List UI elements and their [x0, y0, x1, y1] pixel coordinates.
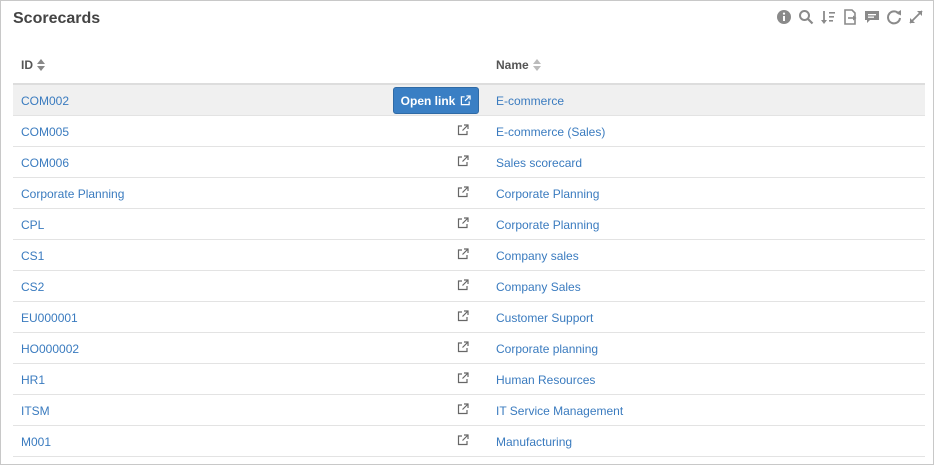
- external-link-icon[interactable]: [457, 403, 471, 417]
- table-row[interactable]: HO000002 Corporate planning: [13, 333, 925, 364]
- scorecards-panel: Scorecards ID Name COM002 Open link E-co…: [0, 0, 934, 465]
- row-name-link[interactable]: IT Service Management: [496, 404, 623, 418]
- external-link-icon[interactable]: [457, 279, 471, 293]
- table-row[interactable]: HR1 Human Resources: [13, 364, 925, 395]
- external-link-icon[interactable]: [457, 341, 471, 355]
- table-row[interactable]: COM006 Sales scorecard: [13, 147, 925, 178]
- table-header: ID Name: [13, 47, 925, 85]
- row-id-link[interactable]: Corporate Planning: [21, 187, 124, 201]
- external-link-icon[interactable]: [457, 310, 471, 324]
- table-row[interactable]: COM002 Open link E-commerce: [13, 85, 925, 116]
- row-name-link[interactable]: Corporate Planning: [496, 187, 599, 201]
- table-body: COM002 Open link E-commerce COM005 E-com…: [13, 85, 925, 457]
- row-id-link[interactable]: M001: [21, 435, 51, 449]
- external-link-icon[interactable]: [457, 248, 471, 262]
- row-id-link[interactable]: ITSM: [21, 404, 50, 418]
- row-id-link[interactable]: CS2: [21, 280, 44, 294]
- export-icon[interactable]: [841, 8, 859, 26]
- search-icon[interactable]: [797, 8, 815, 26]
- table-row[interactable]: ITSM IT Service Management: [13, 395, 925, 426]
- sort-arrows-icon: [532, 59, 541, 71]
- external-link-icon[interactable]: [457, 217, 471, 231]
- row-name-link[interactable]: E-commerce (Sales): [496, 125, 605, 139]
- refresh-icon[interactable]: [885, 8, 903, 26]
- external-link-icon[interactable]: [457, 372, 471, 386]
- row-name-link[interactable]: Human Resources: [496, 373, 595, 387]
- row-id-link[interactable]: HO000002: [21, 342, 79, 356]
- table-row[interactable]: M001 Manufacturing: [13, 426, 925, 457]
- row-id-link[interactable]: EU000001: [21, 311, 78, 325]
- panel-title: Scorecards: [13, 10, 101, 27]
- row-name-link[interactable]: Customer Support: [496, 311, 593, 325]
- row-name-link[interactable]: Company Sales: [496, 280, 581, 294]
- info-icon[interactable]: [775, 8, 793, 26]
- table-row[interactable]: CS2 Company Sales: [13, 271, 925, 302]
- row-id-link[interactable]: COM005: [21, 125, 69, 139]
- table-row[interactable]: COM005 E-commerce (Sales): [13, 116, 925, 147]
- row-name-link[interactable]: E-commerce: [496, 94, 564, 108]
- open-link-label: Open link: [400, 93, 456, 108]
- comment-icon[interactable]: [863, 8, 881, 26]
- column-header-id-label: ID: [21, 58, 33, 72]
- sort-arrows-icon: [37, 59, 45, 71]
- open-link-button[interactable]: Open link: [393, 87, 479, 114]
- row-id-link[interactable]: CPL: [21, 218, 44, 232]
- row-name-link[interactable]: Corporate planning: [496, 342, 598, 356]
- column-header-name[interactable]: Name: [496, 58, 541, 72]
- external-link-icon[interactable]: [457, 155, 471, 169]
- row-name-link[interactable]: Manufacturing: [496, 435, 572, 449]
- row-id-link[interactable]: HR1: [21, 373, 45, 387]
- row-name-link[interactable]: Company sales: [496, 249, 579, 263]
- table-row[interactable]: EU000001 Customer Support: [13, 302, 925, 333]
- table-row[interactable]: CS1 Company sales: [13, 240, 925, 271]
- row-id-link[interactable]: CS1: [21, 249, 44, 263]
- expand-icon[interactable]: [907, 8, 925, 26]
- external-link-icon[interactable]: [457, 186, 471, 200]
- external-link-icon[interactable]: [457, 434, 471, 448]
- external-link-icon: [461, 95, 472, 106]
- column-header-id[interactable]: ID: [21, 58, 45, 72]
- table-row[interactable]: CPL Corporate Planning: [13, 209, 925, 240]
- scorecards-table: ID Name COM002 Open link E-commerce COM0…: [13, 47, 925, 457]
- row-id-link[interactable]: COM006: [21, 156, 69, 170]
- panel-toolbar: [775, 7, 925, 27]
- row-name-link[interactable]: Sales scorecard: [496, 156, 582, 170]
- external-link-icon[interactable]: [457, 124, 471, 138]
- row-name-link[interactable]: Corporate Planning: [496, 218, 599, 232]
- table-row[interactable]: Corporate Planning Corporate Planning: [13, 178, 925, 209]
- sort-icon[interactable]: [819, 8, 837, 26]
- row-id-link[interactable]: COM002: [21, 94, 69, 108]
- column-header-name-label: Name: [496, 58, 529, 72]
